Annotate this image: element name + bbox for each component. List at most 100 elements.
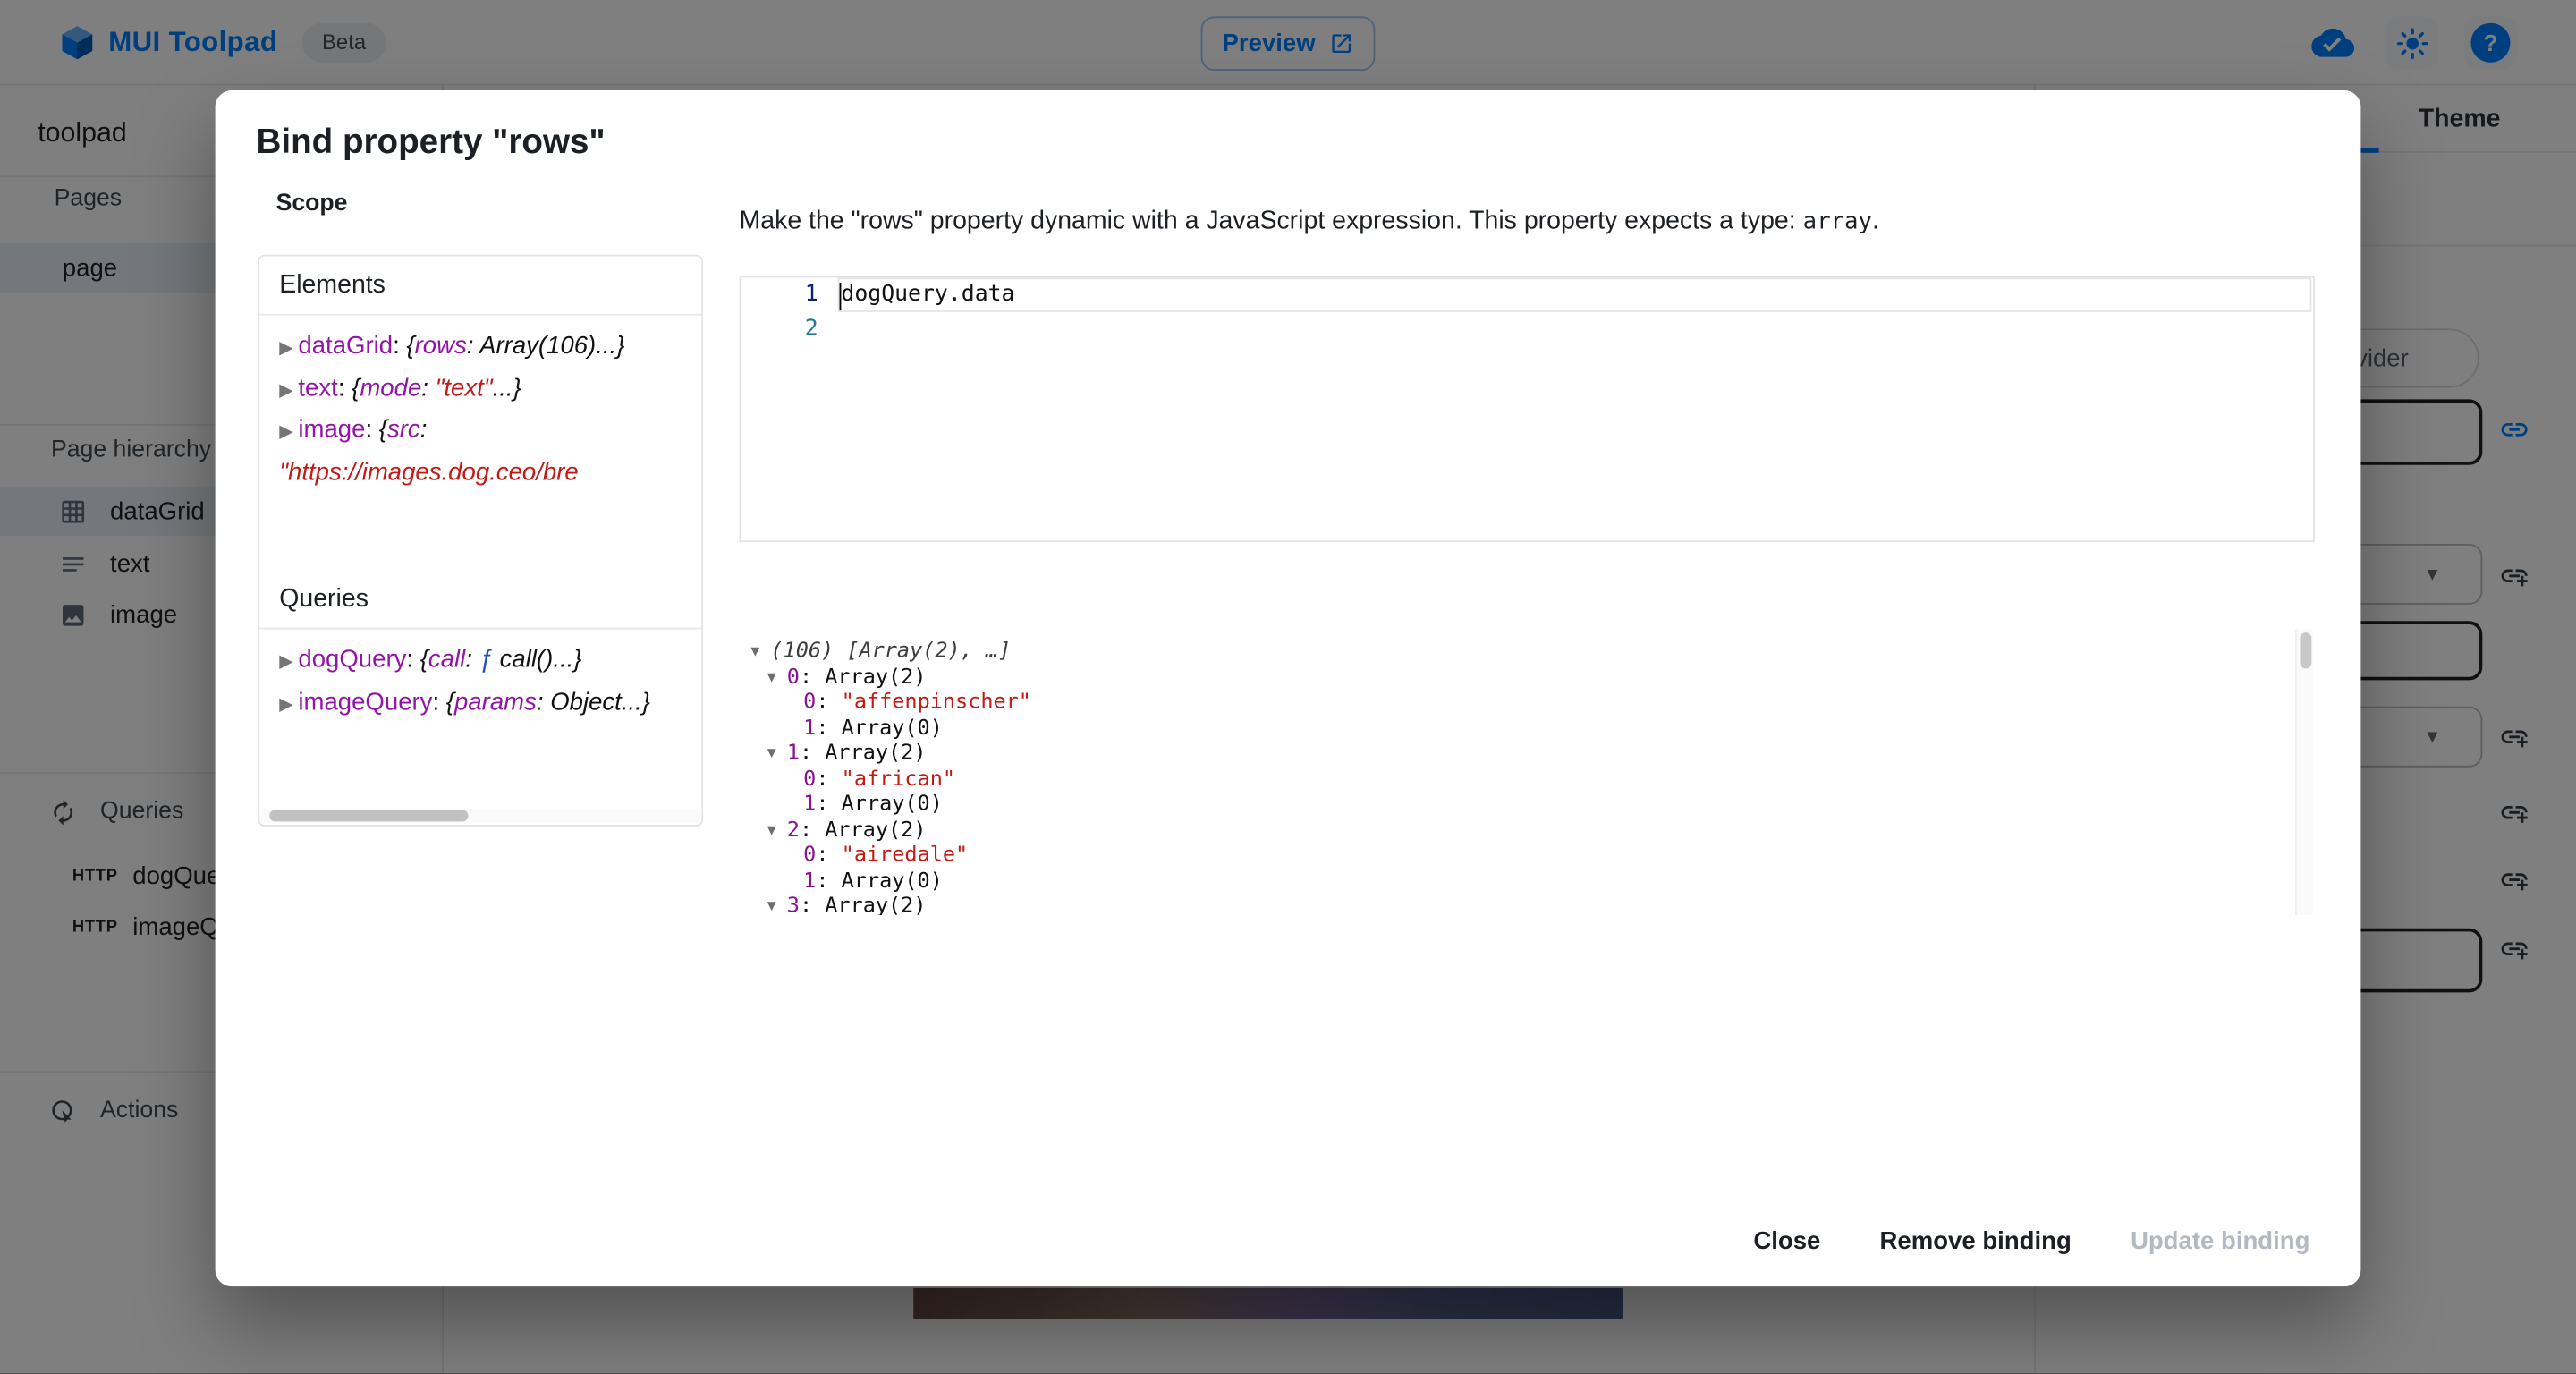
queries-list: ▶ dogQuery: {call: ƒ call()...} ▶ imageQ… <box>259 629 701 786</box>
token: imageQuery <box>298 688 432 716</box>
expression-result-preview: ▼(106) [Array(2), …]▼0: Array(2)0: "affe… <box>740 629 2314 915</box>
token: : <box>420 416 428 444</box>
token: dogQuery <box>298 646 406 674</box>
expected-type: array <box>1803 208 1872 234</box>
text-cursor <box>839 283 842 310</box>
vertical-scrollbar[interactable] <box>2295 629 2313 915</box>
expand-arrow-icon: ▶ <box>279 338 298 358</box>
tree-row: 0: "airedale" <box>740 843 2314 868</box>
token: : <box>816 767 841 792</box>
expand-arrow-icon[interactable]: ▼ <box>767 742 787 768</box>
scrollbar-thumb[interactable] <box>2300 632 2311 668</box>
token: "airedale" <box>842 843 969 868</box>
tree-row[interactable]: ▼1: Array(2) <box>740 741 2314 766</box>
token: : <box>393 332 406 360</box>
token: 1 <box>787 741 800 766</box>
scope-entry-text[interactable]: ▶ text: {mode: "text"...} <box>279 369 682 411</box>
token: 1 <box>803 869 816 894</box>
token: : Array(2) <box>800 894 927 915</box>
close-button[interactable]: Close <box>1735 1217 1838 1265</box>
token: : <box>816 843 841 868</box>
scope-entry-image[interactable]: ▶ image: {src: "https://images.dog.ceo/b… <box>279 411 682 493</box>
expand-arrow-icon[interactable]: ▼ <box>767 666 787 691</box>
token: { <box>446 688 454 716</box>
dialog-description: Make the "rows" property dynamic with a … <box>740 207 1879 236</box>
expand-arrow-icon[interactable]: ▼ <box>750 640 770 666</box>
tree-row: 0: "african" <box>740 767 2314 792</box>
token: "https://images.dog.ceo/bre <box>279 458 578 486</box>
token: dataGrid <box>298 332 393 360</box>
token: 1 <box>803 716 816 741</box>
remove-binding-button[interactable]: Remove binding <box>1861 1217 2089 1265</box>
token: { <box>352 374 360 402</box>
token: rows <box>415 332 467 360</box>
elements-list: ▶ dataGrid: {rows: Array(106)...} ▶ text… <box>259 316 701 571</box>
expand-arrow-icon: ▶ <box>279 380 298 400</box>
bind-property-dialog: Bind property "rows" Scope Elements ▶ da… <box>216 90 2361 1286</box>
queries-header: Queries <box>259 570 701 629</box>
editor-code: dogQuery.data <box>841 282 1014 308</box>
token: src <box>387 416 420 444</box>
token: call()...} <box>500 646 582 674</box>
token: : Array(2) <box>800 818 927 843</box>
scope-entry-imagequery[interactable]: ▶ imageQuery: {params: Object...} <box>279 683 682 725</box>
line-number: 1 <box>741 282 818 308</box>
token: text <box>298 374 337 402</box>
token: 0 <box>803 843 816 868</box>
editor-line[interactable]: 1 dogQuery.data <box>741 277 2313 311</box>
token: : <box>432 688 445 716</box>
token: 1 <box>803 792 816 817</box>
tree-row[interactable]: ▼3: Array(2) <box>740 894 2314 915</box>
token: : <box>365 416 378 444</box>
token: : <box>406 646 419 674</box>
token: : Array(2) <box>800 741 927 766</box>
token: 0 <box>803 767 816 792</box>
token: { <box>420 646 428 674</box>
tree-row[interactable]: ▼(106) [Array(2), …] <box>740 639 2314 664</box>
scope-browser: Elements ▶ dataGrid: {rows: Array(106)..… <box>258 255 703 827</box>
token: : <box>421 374 435 402</box>
expression-editor[interactable]: 1 dogQuery.data 2 <box>740 276 2315 543</box>
expand-arrow-icon[interactable]: ▼ <box>767 819 787 844</box>
horizontal-scrollbar[interactable] <box>261 809 703 824</box>
tree-row: 1: Array(0) <box>740 792 2314 817</box>
token: : Array(2) <box>800 665 927 690</box>
json-tree: ▼(106) [Array(2), …]▼0: Array(2)0: "affe… <box>740 629 2314 915</box>
token: ƒ <box>479 646 500 674</box>
current-line-highlight <box>838 277 2312 311</box>
expand-arrow-icon: ▶ <box>279 652 298 672</box>
elements-header: Elements <box>259 257 701 316</box>
scope-entry-dogquery[interactable]: ▶ dogQuery: {call: ƒ call()...} <box>279 640 682 683</box>
token: "text" <box>436 374 493 402</box>
token: : <box>338 374 352 402</box>
token: : Array(0) <box>816 792 943 817</box>
app-root: MUI Toolpad Beta Preview ? <box>0 0 2576 1374</box>
scope-label: Scope <box>276 191 348 216</box>
tree-row[interactable]: ▼2: Array(2) <box>740 818 2314 843</box>
token: 0 <box>803 690 816 715</box>
token: { <box>379 416 387 444</box>
scope-entry-datagrid[interactable]: ▶ dataGrid: {rows: Array(106)...} <box>279 327 682 369</box>
token: 0 <box>787 665 800 690</box>
token: (106) [Array(2), …] <box>770 639 1011 664</box>
tree-row: 1: Array(0) <box>740 869 2314 894</box>
update-binding-button[interactable]: Update binding <box>2113 1217 2328 1265</box>
token: mode <box>360 374 421 402</box>
token: : Array(0) <box>816 716 943 741</box>
tree-row: 1: Array(0) <box>740 716 2314 741</box>
token: : Array(0) <box>816 869 943 894</box>
token: call <box>428 646 465 674</box>
editor-line[interactable]: 2 <box>741 311 2313 345</box>
tree-row: 0: "affenpinscher" <box>740 690 2314 715</box>
scrollbar-thumb[interactable] <box>269 810 468 822</box>
token: ...} <box>493 374 521 402</box>
token: : <box>816 690 841 715</box>
token: "affenpinscher" <box>842 690 1031 715</box>
token: 3 <box>787 894 800 915</box>
tree-row[interactable]: ▼0: Array(2) <box>740 665 2314 690</box>
token: 2 <box>787 818 800 843</box>
expand-arrow-icon[interactable]: ▼ <box>767 895 787 915</box>
token: : Object...} <box>537 688 650 716</box>
token: : Array(106)...} <box>467 332 625 360</box>
expand-arrow-icon: ▶ <box>279 422 298 442</box>
